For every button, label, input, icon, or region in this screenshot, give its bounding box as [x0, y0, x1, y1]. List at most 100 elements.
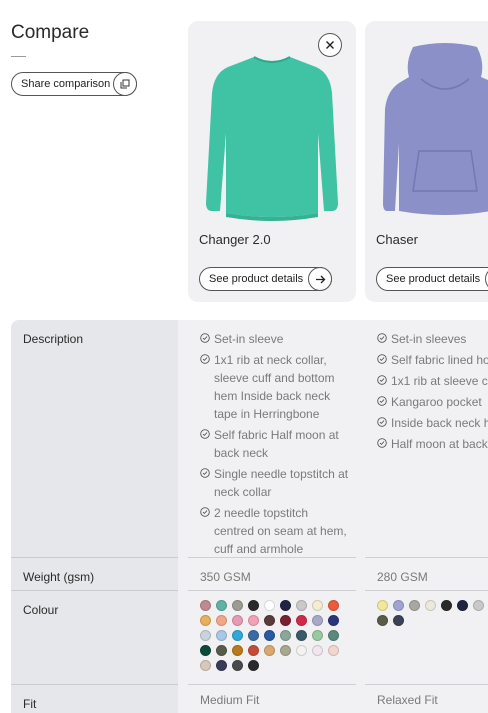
feature-text: Single needle topstitch at neck collar: [214, 467, 349, 499]
arrow-right-icon[interactable]: [308, 267, 333, 291]
feature-item: 1x1 rib at neck collar, sleeve cuff and …: [200, 351, 350, 423]
colour-swatch[interactable]: [393, 615, 404, 626]
page-title: Compare: [11, 22, 90, 43]
see-product-details-button[interactable]: See product details: [376, 267, 488, 291]
colour-swatch[interactable]: [232, 630, 243, 641]
colour-swatch[interactable]: [280, 630, 291, 641]
colour-swatch[interactable]: [377, 600, 388, 611]
feature-text: Kangaroo pocket: [391, 395, 482, 409]
feature-item: Set-in sleeves: [377, 330, 488, 348]
colour-swatch[interactable]: [200, 615, 211, 626]
colour-swatch[interactable]: [200, 660, 211, 671]
weight-value: 350 GSM: [200, 570, 251, 584]
divider: [188, 684, 356, 685]
colour-swatch[interactable]: [264, 630, 275, 641]
colour-swatch[interactable]: [264, 600, 275, 611]
colour-swatch[interactable]: [441, 600, 452, 611]
colour-swatch[interactable]: [328, 630, 339, 641]
colour-swatch[interactable]: [280, 600, 291, 611]
feature-list: Set-in sleeves Self fabric lined hood 1x1 …: [377, 330, 488, 453]
colour-swatch[interactable]: [457, 600, 468, 611]
feature-item: 2 needle topstitch centred on seam at he…: [200, 504, 350, 558]
feature-item: Kangaroo pocket: [377, 393, 488, 411]
colour-swatch[interactable]: [264, 615, 275, 626]
colour-swatch[interactable]: [232, 645, 243, 656]
remove-product-button[interactable]: [318, 33, 342, 57]
colour-swatch[interactable]: [232, 660, 243, 671]
feature-text: 2 needle topstitch centred on seam at he…: [214, 506, 347, 556]
feature-item: Self fabric lined hood: [377, 351, 488, 369]
colour-swatch[interactable]: [328, 600, 339, 611]
colour-swatch[interactable]: [216, 600, 227, 611]
check-circle-icon: [377, 354, 387, 364]
colour-swatch[interactable]: [216, 615, 227, 626]
colour-swatch[interactable]: [312, 630, 323, 641]
check-circle-icon: [377, 396, 387, 406]
colour-swatch[interactable]: [280, 615, 291, 626]
weight-value: 280 GSM: [377, 570, 428, 584]
description-cell: Set-in sleeves Self fabric lined hood 1x1 …: [377, 330, 488, 456]
product-details-link[interactable]: See product details: [199, 267, 333, 291]
colour-swatch[interactable]: [216, 630, 227, 641]
divider: [365, 684, 488, 685]
colour-swatch[interactable]: [216, 645, 227, 656]
product-name: Chaser: [376, 232, 418, 247]
check-circle-icon: [200, 507, 210, 517]
close-icon: [326, 41, 334, 49]
fit-value: Medium Fit: [200, 693, 260, 707]
colour-swatches: [200, 600, 339, 671]
colour-swatch[interactable]: [473, 600, 484, 611]
feature-text: Self fabric Half moon at back neck: [214, 428, 339, 460]
label-column: [11, 320, 178, 713]
comparison-table: Description Weight (gsm) Colour Fit Set-…: [11, 320, 488, 713]
colour-swatch[interactable]: [377, 615, 388, 626]
product-details-link[interactable]: See product details: [376, 267, 488, 291]
product-image: [206, 56, 338, 221]
colour-swatch[interactable]: [312, 600, 323, 611]
colour-swatch[interactable]: [328, 615, 339, 626]
colour-swatch[interactable]: [393, 600, 404, 611]
check-circle-icon: [200, 354, 210, 364]
colour-swatch[interactable]: [200, 645, 211, 656]
colour-swatch[interactable]: [296, 630, 307, 641]
check-circle-icon: [200, 333, 210, 343]
fit-value: Relaxed Fit: [377, 693, 438, 707]
colour-swatch[interactable]: [232, 615, 243, 626]
feature-text: Set-in sleeve: [214, 332, 284, 346]
colour-swatch[interactable]: [409, 600, 420, 611]
feature-text: Set-in sleeves: [391, 332, 467, 346]
feature-item: 1x1 rib at sleeve cuff and hem: [377, 372, 488, 390]
copy-icon[interactable]: [113, 72, 138, 96]
divider: [11, 557, 178, 558]
feature-item: Half moon at back neck: [377, 435, 488, 453]
colour-swatch[interactable]: [248, 630, 259, 641]
colour-swatch[interactable]: [280, 645, 291, 656]
colour-swatch[interactable]: [312, 615, 323, 626]
colour-swatch[interactable]: [248, 645, 259, 656]
product-card: Changer 2.0 See product details: [188, 21, 356, 302]
feature-item: Single needle topstitch at neck collar: [200, 465, 350, 501]
feature-item: Set-in sleeve: [200, 330, 350, 348]
divider: [11, 684, 178, 685]
colour-swatch[interactable]: [248, 660, 259, 671]
colour-swatch[interactable]: [296, 600, 307, 611]
divider: [11, 590, 178, 591]
check-circle-icon: [200, 429, 210, 439]
colour-swatch[interactable]: [248, 600, 259, 611]
feature-text: Inside back neck herringbone tape: [391, 416, 488, 430]
colour-swatch[interactable]: [200, 600, 211, 611]
colour-swatch[interactable]: [264, 645, 275, 656]
colour-swatch[interactable]: [248, 615, 259, 626]
row-label-colour: Colour: [23, 603, 59, 617]
colour-swatch[interactable]: [312, 645, 323, 656]
colour-swatch[interactable]: [200, 630, 211, 641]
colour-swatch[interactable]: [296, 645, 307, 656]
colour-swatch[interactable]: [216, 660, 227, 671]
colour-swatch[interactable]: [232, 600, 243, 611]
colour-swatch[interactable]: [328, 645, 339, 656]
feature-text: Half moon at back neck: [391, 437, 488, 451]
title-underline: [11, 56, 26, 57]
colour-swatch[interactable]: [425, 600, 436, 611]
colour-swatch[interactable]: [296, 615, 307, 626]
share-comparison[interactable]: Share comparison: [11, 72, 138, 96]
